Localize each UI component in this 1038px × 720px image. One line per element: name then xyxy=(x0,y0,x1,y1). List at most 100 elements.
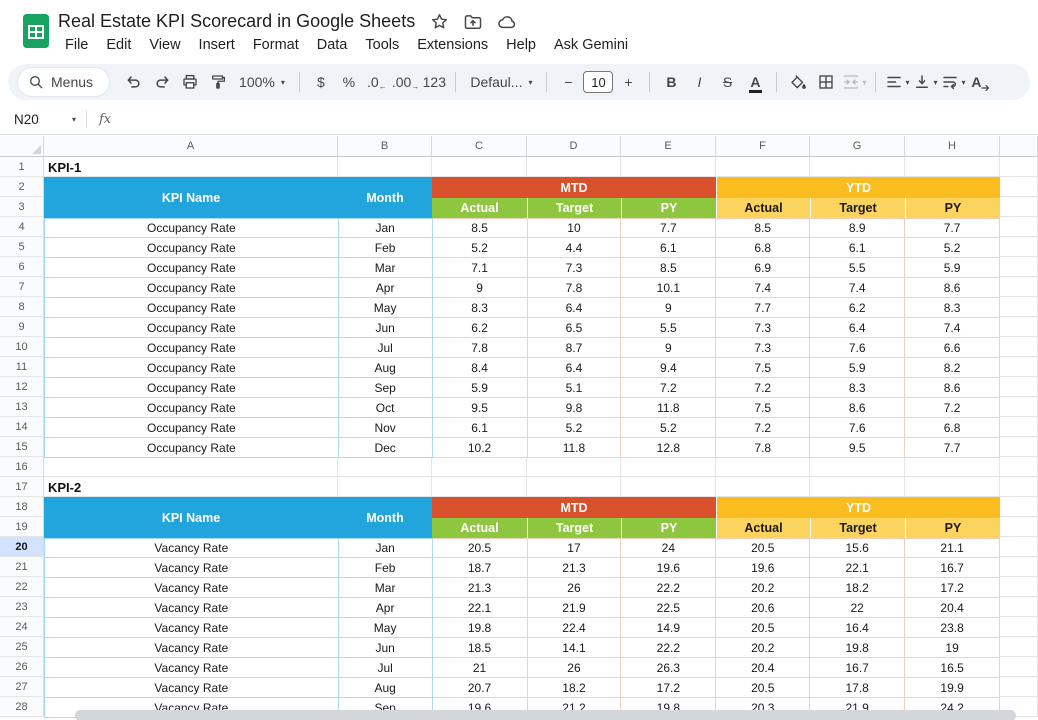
cell[interactable] xyxy=(1000,257,1038,277)
format-percent-button[interactable]: % xyxy=(336,69,362,95)
decrease-font-size-button[interactable]: − xyxy=(555,69,581,95)
month-cell[interactable]: Feb xyxy=(339,558,433,578)
mtd-py-cell[interactable]: 6.1 xyxy=(621,238,716,258)
row-header-23[interactable]: 23 xyxy=(0,597,44,617)
mtd-py-cell[interactable]: 22.5 xyxy=(621,598,716,618)
month-cell[interactable]: May xyxy=(339,298,433,318)
cell[interactable] xyxy=(810,477,905,497)
mtd-py-cell[interactable]: 7.7 xyxy=(621,218,716,238)
mtd-actual-cell[interactable]: 8.5 xyxy=(433,218,528,238)
select-all-corner[interactable] xyxy=(0,136,44,157)
ytd-target-cell[interactable]: 5.9 xyxy=(810,358,905,378)
cell[interactable] xyxy=(1000,437,1038,457)
vertical-align-button[interactable]: ▾ xyxy=(912,69,938,95)
menu-tools[interactable]: Tools xyxy=(356,34,408,56)
mtd-target-cell[interactable]: 18.2 xyxy=(528,678,622,698)
mtd-actual-cell[interactable]: 6.1 xyxy=(433,418,528,438)
ytd-actual-cell[interactable]: 6.9 xyxy=(716,258,810,278)
ytd-actual-cell[interactable]: 20.5 xyxy=(716,538,810,558)
format-currency-button[interactable]: $ xyxy=(308,69,334,95)
cell[interactable] xyxy=(1000,657,1038,677)
mtd-actual-cell[interactable]: 8.3 xyxy=(433,298,528,318)
cell[interactable] xyxy=(44,457,338,477)
ytd-target-cell[interactable]: 7.6 xyxy=(810,338,905,358)
cell[interactable] xyxy=(1000,477,1038,497)
cell[interactable] xyxy=(432,457,527,477)
cell[interactable] xyxy=(1000,397,1038,417)
cell[interactable] xyxy=(1000,557,1038,577)
kpi-name-cell[interactable]: Occupancy Rate xyxy=(45,398,339,418)
ytd-target-cell[interactable]: 7.6 xyxy=(810,418,905,438)
row-header-22[interactable]: 22 xyxy=(0,577,44,597)
cell[interactable] xyxy=(527,457,621,477)
cell[interactable] xyxy=(1000,357,1038,377)
cell[interactable] xyxy=(621,157,716,177)
cell[interactable] xyxy=(810,157,905,177)
font-select[interactable]: Defaul... ▾ xyxy=(464,69,538,95)
mtd-py-cell[interactable]: 12.8 xyxy=(621,438,716,458)
ytd-target-cell[interactable]: 19.8 xyxy=(810,638,905,658)
mtd-target-cell[interactable]: 14.1 xyxy=(528,638,622,658)
mtd-py-cell[interactable]: 11.8 xyxy=(621,398,716,418)
ytd-py-cell[interactable]: 8.6 xyxy=(905,378,1000,398)
row-header-4[interactable]: 4 xyxy=(0,217,44,237)
row-header-28[interactable]: 28 xyxy=(0,697,44,717)
ytd-py-cell[interactable]: 6.8 xyxy=(905,418,1000,438)
row-header-26[interactable]: 26 xyxy=(0,657,44,677)
column-header-D[interactable]: D xyxy=(527,136,621,157)
cell[interactable] xyxy=(1000,177,1038,197)
row-header-14[interactable]: 14 xyxy=(0,417,44,437)
row-header-2[interactable]: 2 xyxy=(0,177,44,197)
cell[interactable] xyxy=(1000,677,1038,697)
mtd-py-cell[interactable]: 22.2 xyxy=(621,578,716,598)
mtd-actual-cell[interactable]: 5.9 xyxy=(433,378,528,398)
ytd-py-cell[interactable]: 23.8 xyxy=(905,618,1000,638)
cell[interactable] xyxy=(432,157,527,177)
mtd-target-cell[interactable]: 6.4 xyxy=(528,298,622,318)
mtd-target-cell[interactable]: 5.1 xyxy=(528,378,622,398)
strikethrough-button[interactable]: S xyxy=(714,69,740,95)
move-to-folder-icon[interactable] xyxy=(463,12,483,32)
menu-extensions[interactable]: Extensions xyxy=(408,34,497,56)
menu-file[interactable]: File xyxy=(56,34,97,56)
row-header-8[interactable]: 8 xyxy=(0,297,44,317)
mtd-py-cell[interactable]: 26.3 xyxy=(621,658,716,678)
cell[interactable] xyxy=(621,457,716,477)
cell[interactable] xyxy=(432,477,527,497)
mtd-target-cell[interactable]: 7.8 xyxy=(528,278,622,298)
ytd-py-cell[interactable]: 6.6 xyxy=(905,338,1000,358)
cell[interactable] xyxy=(716,477,810,497)
kpi-name-cell[interactable]: Vacancy Rate xyxy=(45,598,339,618)
cell[interactable] xyxy=(1000,217,1038,237)
cell[interactable] xyxy=(905,457,1000,477)
mtd-py-cell[interactable]: 17.2 xyxy=(621,678,716,698)
ytd-py-cell[interactable]: 16.5 xyxy=(905,658,1000,678)
month-cell[interactable]: Feb xyxy=(339,238,433,258)
ytd-py-cell[interactable]: 8.2 xyxy=(905,358,1000,378)
kpi-name-cell[interactable]: Occupancy Rate xyxy=(45,278,339,298)
cell[interactable] xyxy=(1000,577,1038,597)
ytd-target-cell[interactable]: 15.6 xyxy=(810,538,905,558)
cell[interactable] xyxy=(716,157,810,177)
kpi-name-cell[interactable]: Vacancy Rate xyxy=(45,618,339,638)
ytd-actual-cell[interactable]: 7.7 xyxy=(716,298,810,318)
mtd-target-cell[interactable]: 10 xyxy=(528,218,622,238)
ytd-target-cell[interactable]: 16.7 xyxy=(810,658,905,678)
ytd-target-cell[interactable]: 16.4 xyxy=(810,618,905,638)
row-header-7[interactable]: 7 xyxy=(0,277,44,297)
ytd-py-cell[interactable]: 19 xyxy=(905,638,1000,658)
mtd-target-cell[interactable]: 26 xyxy=(528,658,622,678)
cell[interactable] xyxy=(1000,497,1038,517)
ytd-py-cell[interactable]: 21.1 xyxy=(905,538,1000,558)
ytd-actual-cell[interactable]: 7.3 xyxy=(716,338,810,358)
menu-help[interactable]: Help xyxy=(497,34,545,56)
ytd-py-cell[interactable]: 5.2 xyxy=(905,238,1000,258)
row-header-27[interactable]: 27 xyxy=(0,677,44,697)
month-cell[interactable]: May xyxy=(339,618,433,638)
ytd-py-cell[interactable]: 7.7 xyxy=(905,438,1000,458)
mtd-actual-cell[interactable]: 18.5 xyxy=(433,638,528,658)
cell[interactable] xyxy=(338,157,432,177)
cell[interactable] xyxy=(1000,337,1038,357)
kpi-name-cell[interactable]: Vacancy Rate xyxy=(45,638,339,658)
row-header-16[interactable]: 16 xyxy=(0,457,44,477)
